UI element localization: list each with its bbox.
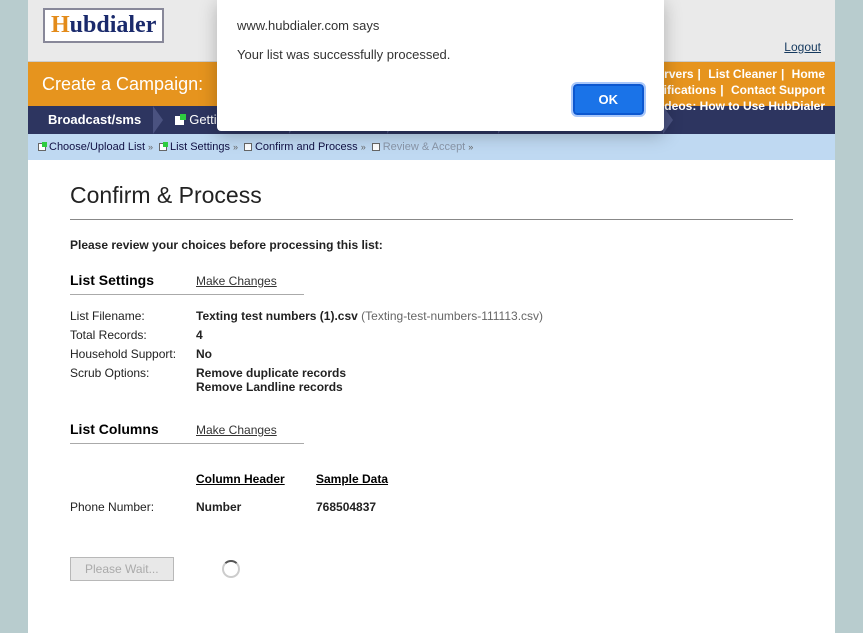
logo[interactable]: Hubdialer (43, 8, 164, 43)
step-broadcast[interactable]: Broadcast/sms (34, 106, 155, 134)
filename-label: List Filename: (70, 309, 196, 323)
create-campaign-label: Create a Campaign: (42, 74, 203, 94)
dialog-message: Your list was successfully processed. (237, 47, 644, 62)
divider (70, 443, 304, 444)
chevron-right-icon: » (361, 142, 366, 152)
substep-confirm-process[interactable]: Confirm and Process» (244, 141, 366, 153)
list-columns-heading: List Columns (70, 421, 196, 437)
phone-header-value: Number (196, 500, 316, 514)
videos-link[interactable]: Videos: How to Use HubDialer (653, 99, 825, 113)
column-header-label: Column Header (196, 472, 316, 486)
chevron-right-icon: » (468, 142, 473, 152)
phone-sample-value: 768504837 (316, 500, 376, 514)
substep-choose-upload[interactable]: Choose/Upload List» (38, 141, 153, 153)
logo-rest: ubdialer (70, 12, 157, 38)
scrub-value: Remove duplicate records Remove Landline… (196, 366, 793, 394)
logout-link[interactable]: Logout (784, 40, 821, 54)
make-changes-settings-link[interactable]: Make Changes (196, 274, 277, 288)
household-value: No (196, 347, 793, 361)
wizard-substeps: Choose/Upload List» List Settings» Confi… (28, 134, 835, 160)
divider (70, 294, 304, 295)
ok-button[interactable]: OK (573, 84, 645, 115)
chevron-right-icon: » (148, 142, 153, 152)
chevron-right-icon: » (233, 142, 238, 152)
page-title: Confirm & Process (70, 182, 793, 209)
substep-list-settings[interactable]: List Settings» (159, 141, 238, 153)
home-link[interactable]: Home (792, 67, 825, 81)
make-changes-columns-link[interactable]: Make Changes (196, 423, 277, 437)
contact-support-link[interactable]: Contact Support (731, 83, 825, 97)
alert-dialog: www.hubdialer.com says Your list was suc… (217, 0, 664, 131)
total-records-label: Total Records: (70, 328, 196, 342)
list-cleaner-link[interactable]: List Cleaner (708, 67, 777, 81)
divider (70, 219, 793, 220)
phone-number-label: Phone Number: (70, 500, 196, 514)
substep-review-accept[interactable]: Review & Accept» (372, 141, 474, 153)
please-wait-button: Please Wait... (70, 557, 174, 581)
main-content: Confirm & Process Please review your cho… (28, 160, 835, 603)
review-instruction: Please review your choices before proces… (70, 238, 793, 252)
loading-spinner-icon (222, 560, 240, 578)
scrub-label: Scrub Options: (70, 366, 196, 380)
filename-value: Texting test numbers (1).csv (Texting-te… (196, 309, 793, 323)
list-settings-heading: List Settings (70, 272, 196, 288)
dialog-origin: www.hubdialer.com says (237, 18, 644, 33)
household-label: Household Support: (70, 347, 196, 361)
total-records-value: 4 (196, 328, 793, 342)
sample-data-label: Sample Data (316, 472, 436, 486)
logo-h: H (51, 12, 70, 38)
